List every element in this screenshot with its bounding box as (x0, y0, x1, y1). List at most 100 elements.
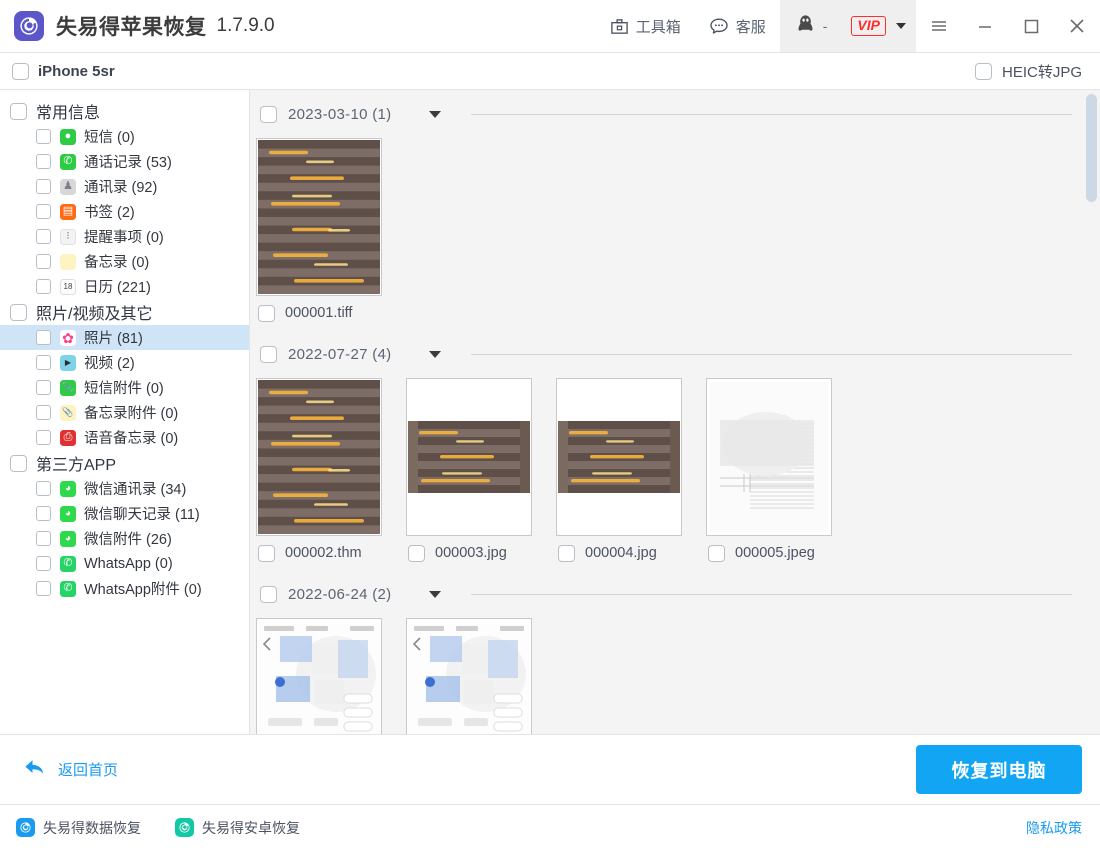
collapse-triangle-icon[interactable] (429, 111, 441, 118)
file-thumbnail[interactable] (706, 378, 832, 536)
sidebar-group-checkbox[interactable] (10, 455, 27, 472)
date-group-checkbox[interactable] (260, 106, 277, 123)
sidebar-item-0-0[interactable]: ●短信 (0) (0, 124, 249, 149)
sidebar-item-checkbox[interactable] (36, 405, 51, 420)
brand: 失易得苹果恢复 1.7.9.0 (0, 11, 275, 41)
footer-link-label: 失易得安卓恢复 (202, 818, 300, 838)
sidebar-item-label: 短信 (0) (84, 126, 135, 147)
sidebar-item-1-2[interactable]: 📎短信附件 (0) (0, 375, 249, 400)
contacts-icon: ♟ (60, 179, 76, 195)
recover-to-computer-button[interactable]: 恢复到电脑 (916, 745, 1082, 794)
sidebar-item-0-4[interactable]: ⁝提醒事项 (0) (0, 224, 249, 249)
sidebar-group-1[interactable]: 照片/视频及其它 (0, 299, 249, 325)
toolbox-button[interactable]: 工具箱 (596, 0, 695, 52)
scrollbar-thumb[interactable] (1086, 94, 1097, 202)
sidebar-item-checkbox[interactable] (36, 229, 51, 244)
sidebar-item-checkbox[interactable] (36, 179, 51, 194)
thumbnail-image-stone-landscape (557, 379, 681, 535)
file-thumbnail[interactable] (556, 378, 682, 536)
close-icon[interactable] (1054, 0, 1100, 52)
sidebar-item-label: 备忘录附件 (0) (84, 402, 178, 423)
file-thumbnail[interactable] (256, 378, 382, 536)
sidebar-item-checkbox[interactable] (36, 204, 51, 219)
sidebar-item-0-3[interactable]: ▤书签 (2) (0, 199, 249, 224)
sidebar-item-checkbox[interactable] (36, 279, 51, 294)
sidebar-item-2-1[interactable]: ◕微信聊天记录 (11) (0, 501, 249, 526)
divider (471, 114, 1072, 115)
minimize-icon[interactable] (962, 0, 1008, 52)
date-group-checkbox[interactable] (260, 586, 277, 603)
sidebar-item-checkbox[interactable] (36, 581, 51, 596)
privacy-policy-link[interactable]: 隐私政策 (1026, 818, 1082, 838)
file-thumbnail[interactable] (256, 138, 382, 296)
sidebar-item-label: 微信通讯录 (34) (84, 478, 186, 499)
sidebar-item-0-6[interactable]: 18日历 (221) (0, 274, 249, 299)
file-thumbnail[interactable] (406, 618, 532, 734)
sidebar-item-0-5[interactable]: 备忘录 (0) (0, 249, 249, 274)
sidebar-item-2-3[interactable]: ✆WhatsApp (0) (0, 551, 249, 576)
heic-convert-toggle[interactable]: HEIC转JPG (975, 61, 1082, 82)
support-button[interactable]: 客服 (695, 0, 780, 52)
content-scrollbar[interactable] (1086, 94, 1097, 730)
sidebar-item-checkbox[interactable] (36, 380, 51, 395)
chevron-down-icon[interactable] (896, 23, 906, 29)
file-thumbnail[interactable] (256, 618, 382, 734)
sidebar-group-checkbox[interactable] (10, 304, 27, 321)
sidebar-group-2[interactable]: 第三方APP (0, 450, 249, 476)
sidebar-item-1-0[interactable]: ✿照片 (81) (0, 325, 249, 350)
sidebar-item-1-4[interactable]: ⎙语音备忘录 (0) (0, 425, 249, 450)
sidebar-item-checkbox[interactable] (36, 154, 51, 169)
file-thumbnail[interactable] (406, 378, 532, 536)
sidebar-item-checkbox[interactable] (36, 330, 51, 345)
file-checkbox[interactable] (708, 545, 725, 562)
sidebar-item-checkbox[interactable] (36, 430, 51, 445)
date-group-checkbox[interactable] (260, 346, 277, 363)
sidebar-item-2-0[interactable]: ◕微信通讯录 (34) (0, 476, 249, 501)
phone-icon: ✆ (60, 154, 76, 170)
heic-checkbox[interactable] (975, 63, 992, 80)
sidebar-item-checkbox[interactable] (36, 556, 51, 571)
file-name-row: 000003.jpg (406, 536, 532, 570)
thumbnail-image-phone-screenshot (407, 619, 531, 734)
sidebar-item-checkbox[interactable] (36, 531, 51, 546)
sidebar-group-0[interactable]: 常用信息 (0, 98, 249, 124)
sidebar-item-2-2[interactable]: ◕微信附件 (26) (0, 526, 249, 551)
maximize-icon[interactable] (1008, 0, 1054, 52)
hamburger-menu-icon[interactable] (916, 0, 962, 52)
collapse-triangle-icon[interactable] (429, 351, 441, 358)
footer-link-label: 失易得数据恢复 (43, 818, 141, 838)
account-area[interactable]: - VIP (780, 0, 916, 52)
footer-link-1[interactable]: 失易得安卓恢复 (175, 818, 300, 838)
file-grid-1: 000002.thm 000003.jpg 000004.jpg 000005.jpe… (250, 378, 1078, 570)
back-to-home-link[interactable]: 返回首页 (22, 756, 118, 783)
file-checkbox[interactable] (408, 545, 425, 562)
file-name-label: 000002.thm (285, 545, 362, 561)
sidebar-item-2-4[interactable]: ✆WhatsApp附件 (0) (0, 576, 249, 601)
file-cell: 000004.jpg (556, 378, 682, 570)
sidebar-item-0-2[interactable]: ♟通讯录 (92) (0, 174, 249, 199)
sidebar-item-checkbox[interactable] (36, 254, 51, 269)
sidebar-group-checkbox[interactable] (10, 103, 27, 120)
device-select-all-checkbox[interactable] (12, 63, 29, 80)
file-checkbox[interactable] (258, 545, 275, 562)
sidebar-item-0-1[interactable]: ✆通话记录 (53) (0, 149, 249, 174)
sidebar-item-checkbox[interactable] (36, 481, 51, 496)
sidebar-item-1-1[interactable]: ▶视频 (2) (0, 350, 249, 375)
title-bar-actions: 工具箱 客服 (596, 0, 1100, 52)
file-checkbox[interactable] (258, 305, 275, 322)
data-recovery-logo-icon (16, 818, 35, 837)
thumbnail-image-faded-document (707, 379, 831, 535)
sidebar-group-label: 常用信息 (36, 99, 100, 123)
vip-badge[interactable]: VIP (851, 16, 886, 36)
date-group-header-1: 2022-07-27 (4) (250, 330, 1078, 378)
footer-link-0[interactable]: 失易得数据恢复 (16, 818, 141, 838)
sidebar-item-1-3[interactable]: 📎备忘录附件 (0) (0, 400, 249, 425)
sidebar-item-checkbox[interactable] (36, 355, 51, 370)
sidebar-item-checkbox[interactable] (36, 129, 51, 144)
sidebar-item-checkbox[interactable] (36, 506, 51, 521)
file-name-label: 000005.jpeg (735, 545, 815, 561)
collapse-triangle-icon[interactable] (429, 591, 441, 598)
file-checkbox[interactable] (558, 545, 575, 562)
support-label: 客服 (736, 16, 766, 37)
voice-memo-icon: ⎙ (60, 430, 76, 446)
